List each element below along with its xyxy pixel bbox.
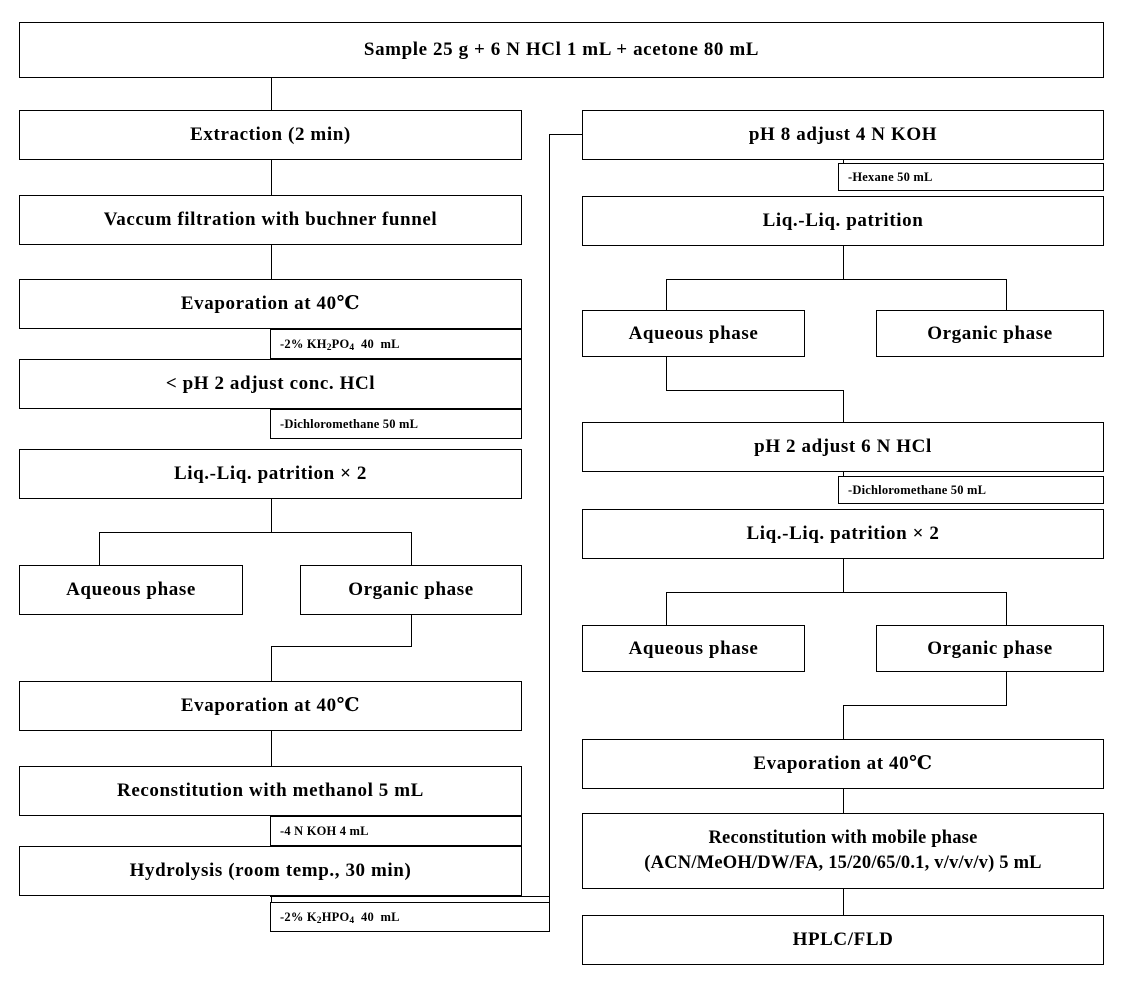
connector-aqueous-right1-down [666, 357, 667, 390]
reagent-kh2po4: -2% KH2PO4 40 mL [270, 329, 522, 359]
connector-evaporation-to-reconstitution-left [271, 731, 272, 766]
node-organic-phase-right-first: Organic phase [876, 310, 1104, 357]
reagent-k2hpo4-label: -2% K2HPO4 40 mL [280, 909, 400, 927]
connector-organic-right2-to-evaporation [843, 705, 844, 739]
node-liq-liq-partition-x2-right: Liq.-Liq. patrition × 2 [582, 509, 1104, 559]
connector-organic-left-down [411, 615, 412, 646]
reagent-dichloromethane-left-label: -Dichloromethane 50 mL [280, 416, 419, 431]
node-liq-liq-partition-x2-left: Liq.-Liq. patrition × 2 [19, 449, 522, 499]
connector-partition-split-stem-left [271, 499, 272, 532]
connector-aqueous-right1-to-ph2 [843, 390, 844, 422]
reagent-hexane: -Hexane 50 mL [838, 163, 1104, 191]
reconstitution-mobile-phase-line-2: (ACN/MeOH/DW/FA, 15/20/65/0.1, v/v/v/v) … [644, 853, 1042, 873]
node-ph8-adjust-koh: pH 8 adjust 4 N KOH [582, 110, 1104, 160]
connector-hydrolysis-to-k2hpo4 [270, 896, 550, 897]
reagent-dichloromethane-left: -Dichloromethane 50 mL [270, 409, 522, 439]
node-extraction: Extraction (2 min) [19, 110, 522, 160]
connector-right-split1-to-organic [1006, 279, 1007, 310]
node-ph2-adjust-conc-hcl: < pH 2 adjust conc. HCl [19, 359, 522, 409]
flowchart-canvas: Sample 25 g + 6 N HCl 1 mL + acetone 80 … [0, 0, 1135, 992]
connector-organic-left-across [271, 646, 412, 647]
node-reconstitution-methanol: Reconstitution with methanol 5 mL [19, 766, 522, 816]
reagent-koh-4n: -4 N KOH 4 mL [270, 816, 522, 846]
node-hydrolysis: Hydrolysis (room temp., 30 min) [19, 846, 522, 896]
node-organic-phase-right-second: Organic phase [876, 625, 1104, 672]
connector-right-split1-stem [843, 246, 844, 279]
node-aqueous-phase-right-first: Aqueous phase [582, 310, 805, 357]
connector-organic-left-to-evaporation [271, 646, 272, 681]
reagent-kh2po4-label: -2% KH2PO4 40 mL [280, 336, 400, 354]
node-hplc-fld: HPLC/FLD [582, 915, 1104, 965]
connector-right-split2-bar [666, 592, 1006, 593]
node-evaporation-40-first: Evaporation at 40℃ [19, 279, 522, 329]
reagent-dichloromethane-right: -Dichloromethane 50 mL [838, 476, 1104, 504]
connector-header-to-extraction [271, 78, 272, 110]
connector-return-riser [549, 134, 550, 932]
reagent-k2hpo4: -2% K2HPO4 40 mL [270, 902, 550, 932]
reconstitution-mobile-phase-line-1: Reconstitution with mobile phase [708, 828, 978, 849]
node-aqueous-phase-left: Aqueous phase [19, 565, 243, 615]
reagent-hexane-label: -Hexane 50 mL [848, 169, 933, 184]
node-ph2-adjust-6n-hcl: pH 2 adjust 6 N HCl [582, 422, 1104, 472]
connector-split-to-organic-left [411, 532, 412, 565]
node-vacuum-filtration: Vaccum filtration with buchner funnel [19, 195, 522, 245]
connector-organic-right2-across [843, 705, 1007, 706]
connector-right-split2-to-organic [1006, 592, 1007, 625]
node-aqueous-phase-right-second: Aqueous phase [582, 625, 805, 672]
connector-right-split1-bar [666, 279, 1006, 280]
reagent-koh-4n-label: -4 N KOH 4 mL [280, 823, 369, 838]
node-evaporation-40-second: Evaporation at 40℃ [19, 681, 522, 731]
connector-evaporation-to-reconstitution-right [843, 789, 844, 813]
connector-organic-right2-down [1006, 672, 1007, 705]
reagent-dichloromethane-right-label: -Dichloromethane 50 mL [848, 482, 987, 497]
connector-split-to-aqueous-left [99, 532, 100, 565]
connector-return-top-to-ph8 [549, 134, 582, 135]
connector-filtration-to-evaporation [271, 245, 272, 279]
connector-reconstitution-to-hplc [843, 889, 844, 915]
node-sample-header: Sample 25 g + 6 N HCl 1 mL + acetone 80 … [19, 22, 1104, 78]
node-organic-phase-left: Organic phase [300, 565, 522, 615]
connector-extraction-to-filtration [271, 160, 272, 195]
node-reconstitution-mobile-phase: Reconstitution with mobile phase (ACN/Me… [582, 813, 1104, 889]
connector-right-split1-to-aqueous [666, 279, 667, 310]
connector-aqueous-right1-across [666, 390, 844, 391]
connector-right-split2-to-aqueous [666, 592, 667, 625]
node-liq-liq-partition-right: Liq.-Liq. patrition [582, 196, 1104, 246]
node-evaporation-40-third: Evaporation at 40℃ [582, 739, 1104, 789]
connector-right-split2-stem [843, 559, 844, 592]
connector-partition-split-bar-left [99, 532, 412, 533]
